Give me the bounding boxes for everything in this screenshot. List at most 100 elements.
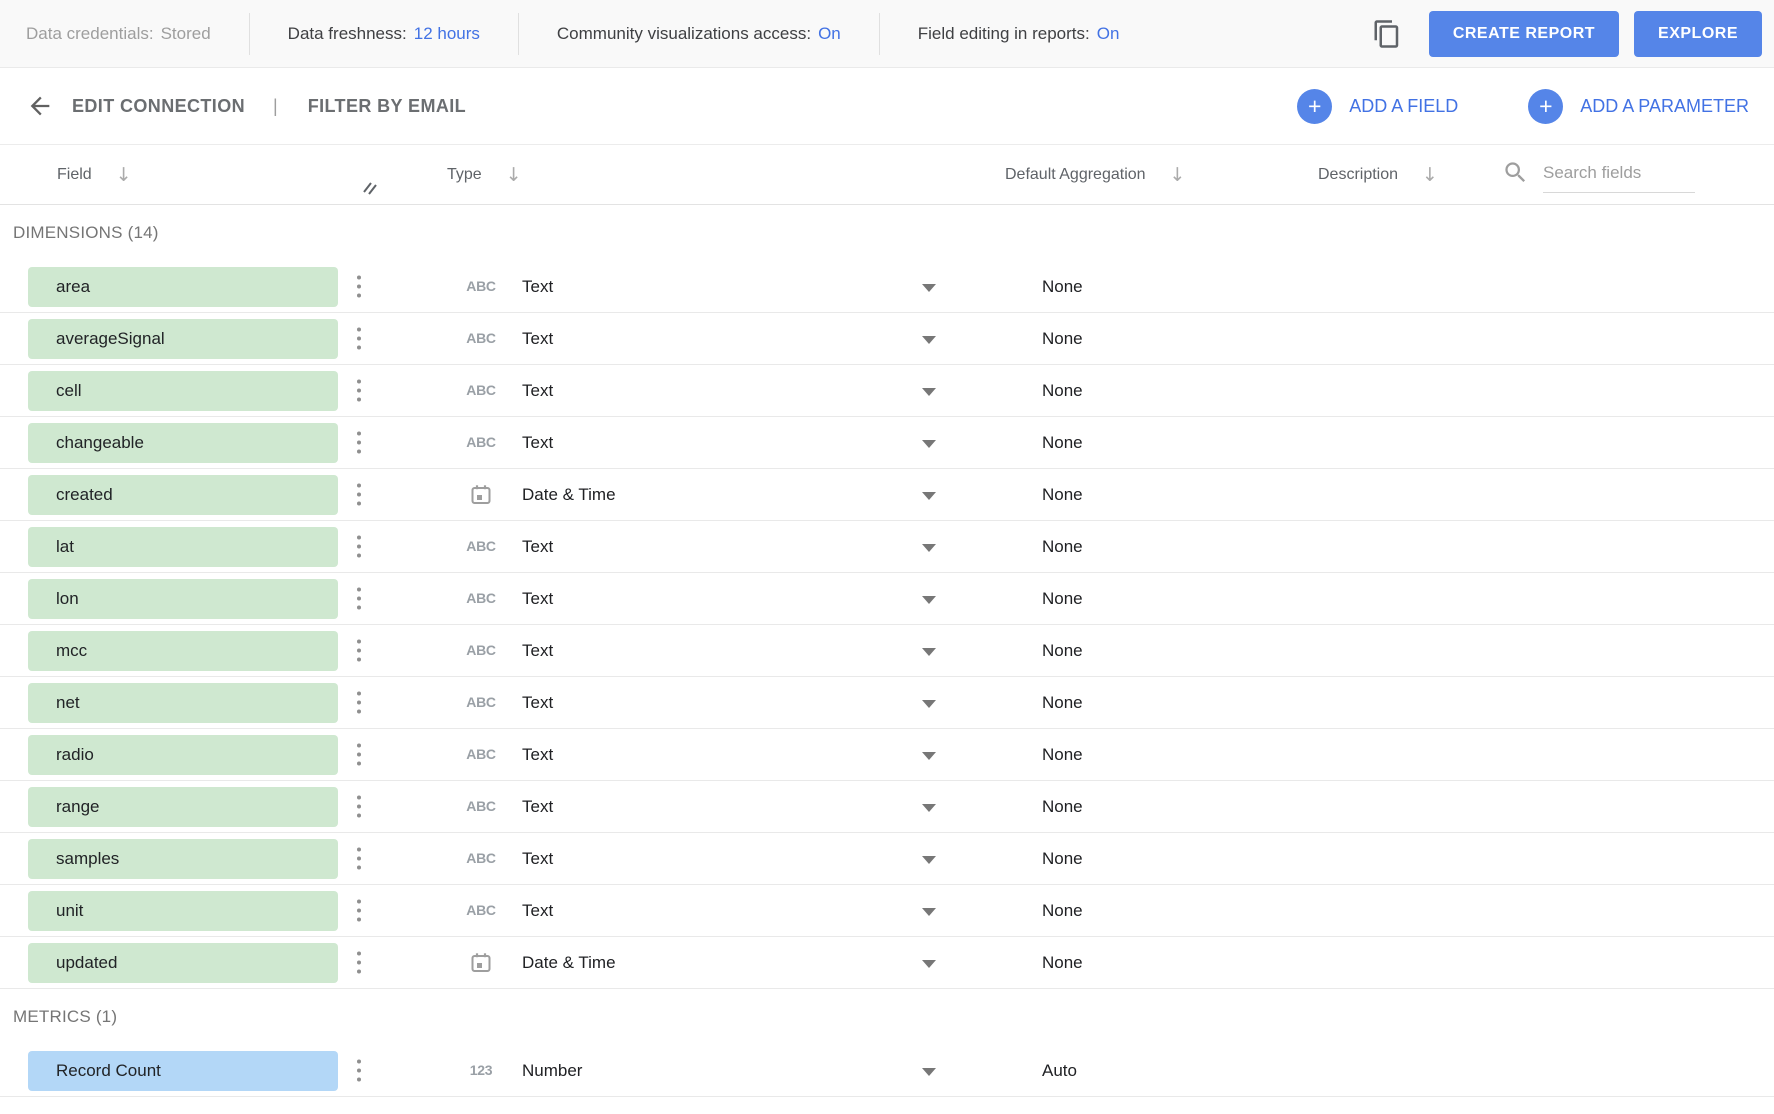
type-dropdown-caret-icon[interactable] <box>922 804 936 812</box>
aggregation-value[interactable]: Auto <box>1042 1061 1077 1081</box>
type-dropdown-caret-icon[interactable] <box>922 752 936 760</box>
field-chip[interactable]: changeable <box>28 423 338 463</box>
more-options-icon[interactable] <box>351 897 367 924</box>
type-dropdown-caret-icon[interactable] <box>922 1068 936 1076</box>
sort-icon-type[interactable]: ↓ <box>506 164 522 186</box>
type-select-label[interactable]: Text <box>522 641 553 661</box>
field-chip-label: radio <box>56 745 94 765</box>
type-dropdown-caret-icon[interactable] <box>922 960 936 968</box>
type-dropdown-caret-icon[interactable] <box>922 648 936 656</box>
filter-by-email-button[interactable]: FILTER BY EMAIL <box>308 96 466 117</box>
field-chip[interactable]: range <box>28 787 338 827</box>
more-options-icon[interactable] <box>351 481 367 508</box>
type-select-label[interactable]: Text <box>522 381 553 401</box>
field-chip[interactable]: lon <box>28 579 338 619</box>
sort-icon-description[interactable]: ↓ <box>1422 164 1438 186</box>
column-header-description-label: Description <box>1318 166 1398 184</box>
status-value-link[interactable]: On <box>1097 24 1120 44</box>
back-arrow-icon[interactable] <box>26 92 54 120</box>
aggregation-value[interactable]: None <box>1042 953 1083 973</box>
field-chip[interactable]: created <box>28 475 338 515</box>
type-select-label[interactable]: Number <box>522 1061 582 1081</box>
add-a-field-button[interactable]: + ADD A FIELD <box>1297 89 1458 124</box>
sort-icon-aggregation[interactable]: ↓ <box>1170 164 1186 186</box>
status-value-link[interactable]: On <box>818 24 841 44</box>
field-chip[interactable]: updated <box>28 943 338 983</box>
type-dropdown-caret-icon[interactable] <box>922 492 936 500</box>
status-data-freshness: Data freshness: 12 hours <box>250 24 518 44</box>
type-dropdown-caret-icon[interactable] <box>922 284 936 292</box>
field-chip[interactable]: averageSignal <box>28 319 338 359</box>
aggregation-value[interactable]: None <box>1042 433 1083 453</box>
more-options-icon[interactable] <box>351 689 367 716</box>
type-dropdown-caret-icon[interactable] <box>922 544 936 552</box>
type-select-label[interactable]: Text <box>522 693 553 713</box>
field-chip[interactable]: unit <box>28 891 338 931</box>
sort-icon-field[interactable]: ↓ <box>116 164 132 186</box>
type-select-label[interactable]: Text <box>522 797 553 817</box>
explore-button[interactable]: EXPLORE <box>1634 11 1762 57</box>
type-dropdown-caret-icon[interactable] <box>922 336 936 344</box>
type-select-label[interactable]: Text <box>522 745 553 765</box>
type-dropdown-caret-icon[interactable] <box>922 700 936 708</box>
aggregation-value[interactable]: None <box>1042 641 1083 661</box>
more-options-icon[interactable] <box>351 585 367 612</box>
more-options-icon[interactable] <box>351 793 367 820</box>
aggregation-value[interactable]: None <box>1042 485 1083 505</box>
type-dropdown-caret-icon[interactable] <box>922 908 936 916</box>
type-select-label[interactable]: Text <box>522 589 553 609</box>
column-resize-handle[interactable] <box>362 181 378 200</box>
type-select-label[interactable]: Text <box>522 329 553 349</box>
search-fields-input[interactable] <box>1543 157 1695 193</box>
type-dropdown-caret-icon[interactable] <box>922 440 936 448</box>
type-select-label[interactable]: Text <box>522 433 553 453</box>
field-chip[interactable]: samples <box>28 839 338 879</box>
copy-icon[interactable] <box>1372 19 1402 49</box>
type-dropdown-caret-icon[interactable] <box>922 856 936 864</box>
type-select-label[interactable]: Text <box>522 849 553 869</box>
more-options-icon[interactable] <box>351 377 367 404</box>
more-options-icon[interactable] <box>351 949 367 976</box>
aggregation-value[interactable]: None <box>1042 901 1083 921</box>
type-dropdown-caret-icon[interactable] <box>922 388 936 396</box>
field-chip[interactable]: Record Count <box>28 1051 338 1091</box>
aggregation-value[interactable]: None <box>1042 537 1083 557</box>
type-select-label[interactable]: Date & Time <box>522 485 616 505</box>
create-report-button[interactable]: CREATE REPORT <box>1429 11 1619 57</box>
type-select-label[interactable]: Text <box>522 537 553 557</box>
more-options-icon[interactable] <box>351 325 367 352</box>
more-options-icon[interactable] <box>351 845 367 872</box>
more-options-icon[interactable] <box>351 429 367 456</box>
field-chip[interactable]: lat <box>28 527 338 567</box>
aggregation-value[interactable]: None <box>1042 797 1083 817</box>
type-select-label[interactable]: Text <box>522 277 553 297</box>
field-chip-label: net <box>56 693 80 713</box>
aggregation-value[interactable]: None <box>1042 277 1083 297</box>
aggregation-value[interactable]: None <box>1042 745 1083 765</box>
add-a-parameter-button[interactable]: + ADD A PARAMETER <box>1528 89 1749 124</box>
type-select-label[interactable]: Date & Time <box>522 953 616 973</box>
type-icon: ABC <box>458 382 504 400</box>
aggregation-value[interactable]: None <box>1042 329 1083 349</box>
more-options-icon[interactable] <box>351 741 367 768</box>
aggregation-value[interactable]: None <box>1042 693 1083 713</box>
type-select-label[interactable]: Text <box>522 901 553 921</box>
field-chip[interactable]: radio <box>28 735 338 775</box>
column-header-type: Type ↓ <box>447 164 522 186</box>
type-dropdown-caret-icon[interactable] <box>922 596 936 604</box>
more-options-icon[interactable] <box>351 533 367 560</box>
aggregation-value[interactable]: None <box>1042 381 1083 401</box>
field-row: area ABC Text None <box>0 261 1774 313</box>
more-options-icon[interactable] <box>351 273 367 300</box>
status-label: Field editing in reports: <box>918 24 1090 44</box>
field-chip[interactable]: cell <box>28 371 338 411</box>
more-options-icon[interactable] <box>351 637 367 664</box>
field-chip[interactable]: area <box>28 267 338 307</box>
aggregation-value[interactable]: None <box>1042 849 1083 869</box>
aggregation-value[interactable]: None <box>1042 589 1083 609</box>
field-chip[interactable]: mcc <box>28 631 338 671</box>
status-value-link[interactable]: 12 hours <box>414 24 480 44</box>
edit-connection-button[interactable]: EDIT CONNECTION <box>72 96 245 117</box>
field-chip[interactable]: net <box>28 683 338 723</box>
more-options-icon[interactable] <box>351 1057 367 1084</box>
